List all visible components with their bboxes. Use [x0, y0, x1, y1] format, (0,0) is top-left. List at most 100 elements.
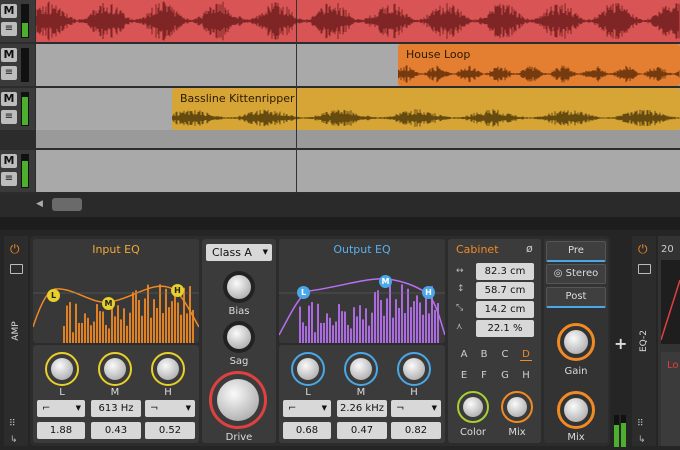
mute-button[interactable]: M [1, 92, 17, 106]
cabinet-width-field[interactable]: 82.3 cm [476, 263, 534, 280]
cabinet-depth-field[interactable]: 14.2 cm [476, 301, 534, 318]
clip-house-loop[interactable]: House Loop [398, 44, 680, 86]
power-icon[interactable]: ⏻ [638, 242, 648, 257]
level-meter [21, 48, 29, 82]
stereo-label: Stereo [565, 268, 599, 279]
input-low-shape-select[interactable]: ⌐ ▼ [37, 400, 85, 417]
cabinet-type-d[interactable]: D [520, 349, 532, 361]
band-handle-high[interactable]: H [422, 286, 435, 299]
output-low-knob[interactable] [291, 352, 325, 386]
stereo-button[interactable]: ◎ Stereo [546, 264, 606, 284]
mute-button[interactable]: M [1, 48, 17, 62]
stereo-icon: ◎ [553, 268, 563, 279]
panel-divider[interactable] [0, 217, 680, 230]
input-mid-value-field[interactable]: 0.43 [91, 422, 141, 439]
gain-knob[interactable] [557, 323, 595, 361]
chevron-down-icon: ▼ [75, 404, 81, 412]
cabinet-type-b[interactable]: B [478, 349, 490, 360]
output-low-shape-select[interactable]: ⌐ ▼ [283, 400, 331, 417]
device-name: EQ-2 [639, 330, 649, 352]
output-section: Pre ◎ Stereo Post Gain Mix [544, 239, 608, 443]
depth-icon: ⤡ [456, 303, 464, 313]
input-low-knob[interactable] [45, 352, 79, 386]
gain-label: Gain [564, 366, 588, 377]
mute-button[interactable]: M [1, 154, 17, 168]
track-menu-button[interactable]: ≡ [1, 66, 17, 80]
cabinet-type-e[interactable]: E [458, 370, 470, 381]
scroll-left-arrow-icon[interactable]: ◀ [36, 199, 43, 209]
drive-knob[interactable] [209, 371, 267, 429]
track-lane-1[interactable] [36, 0, 680, 42]
cabinet-type-h[interactable]: H [520, 370, 532, 381]
folder-icon[interactable] [638, 264, 651, 274]
cabinet-section: Cabinet ø ↔ 82.3 cm ↕ 58.7 cm ⤡ 14.2 cm … [448, 239, 541, 443]
cabinet-type-a[interactable]: A [458, 349, 470, 360]
input-low-value-field[interactable]: 1.88 [37, 422, 85, 439]
highcut-shape-icon: ¬ [150, 403, 159, 414]
output-low-value-field[interactable]: 0.68 [283, 422, 331, 439]
output-mid-value-field[interactable]: 0.47 [337, 422, 387, 439]
folder-icon[interactable] [10, 264, 23, 274]
input-high-value-field[interactable]: 0.52 [145, 422, 195, 439]
scrollbar-thumb[interactable] [52, 198, 82, 211]
cabinet-color-knob[interactable] [457, 391, 489, 423]
track-lane-4[interactable] [36, 150, 680, 192]
resonance-icon: ⋏ [456, 322, 463, 332]
mix-knob[interactable] [557, 391, 595, 429]
drive-section: Class A ▼ Bias Sag Drive [202, 239, 276, 443]
input-mid-freq-field[interactable]: 613 Hz [91, 400, 141, 417]
sag-label: Sag [229, 356, 249, 367]
input-high-shape-select[interactable]: ¬ ▼ [145, 400, 195, 417]
output-mid-knob[interactable] [344, 352, 378, 386]
sag-knob[interactable] [223, 321, 255, 353]
cabinet-type-c[interactable]: C [499, 349, 511, 360]
output-eq-section: Output EQ L M H [279, 239, 445, 343]
track-menu-button[interactable]: ≡ [1, 110, 17, 124]
input-mid-knob[interactable] [98, 352, 132, 386]
clip-name: House Loop [406, 48, 471, 61]
cabinet-mix-label: Mix [508, 427, 526, 438]
class-select[interactable]: Class A ▼ [206, 244, 272, 261]
width-icon: ↔ [456, 266, 464, 276]
grid-icon[interactable]: ⠿ [9, 419, 16, 429]
track-lane-2[interactable]: House Loop [36, 44, 680, 86]
band-handle-high[interactable]: H [171, 284, 184, 297]
playhead[interactable] [296, 0, 297, 193]
power-icon[interactable]: ⏻ [10, 242, 20, 257]
eq2-freq-readout: 20 [661, 244, 674, 255]
eq2-graph[interactable] [660, 260, 680, 344]
bias-knob[interactable] [223, 271, 255, 303]
input-high-knob[interactable] [151, 352, 185, 386]
output-eq-controls: L M H ⌐ ▼ 2.26 kHz ¬ ▼ 0.68 0.47 0.82 [279, 345, 445, 443]
output-high-knob[interactable] [397, 352, 431, 386]
add-device-icon[interactable]: + [614, 334, 627, 353]
track-menu-button[interactable]: ≡ [1, 172, 17, 186]
grid-icon[interactable]: ⠿ [637, 419, 644, 429]
track-menu-button[interactable]: ≡ [1, 22, 17, 36]
band-handle-mid[interactable]: M [102, 297, 115, 310]
phase-invert-icon[interactable]: ø [526, 242, 533, 255]
cabinet-type-f[interactable]: F [478, 370, 490, 381]
cabinet-mix-knob[interactable] [501, 391, 533, 423]
band-handle-low[interactable]: L [47, 289, 60, 302]
clip-bassline-kittenripper[interactable]: Bassline Kittenripper [172, 88, 680, 130]
track-lane-3[interactable]: Bassline Kittenripper [36, 88, 680, 130]
cabinet-type-g[interactable]: G [499, 370, 511, 381]
cabinet-height-field[interactable]: 58.7 cm [476, 282, 534, 299]
cabinet-amount-field[interactable]: 22.1 % [476, 320, 534, 337]
pre-button[interactable]: Pre [546, 241, 606, 262]
class-select-value: Class A [212, 246, 252, 259]
band-handle-low[interactable]: L [297, 286, 310, 299]
routing-icon[interactable]: ↳ [10, 435, 18, 445]
output-high-shape-select[interactable]: ¬ ▼ [391, 400, 441, 417]
bias-label: Bias [228, 306, 250, 317]
output-mid-freq-field[interactable]: 2.26 kHz [337, 400, 387, 417]
routing-icon[interactable]: ↳ [638, 435, 646, 445]
output-high-label: H [410, 387, 418, 398]
level-meter [614, 415, 619, 447]
output-eq-graph[interactable] [279, 257, 445, 343]
mute-button[interactable]: M [1, 4, 17, 18]
post-button[interactable]: Post [546, 287, 606, 308]
band-handle-mid[interactable]: M [379, 275, 392, 288]
output-high-value-field[interactable]: 0.82 [391, 422, 441, 439]
